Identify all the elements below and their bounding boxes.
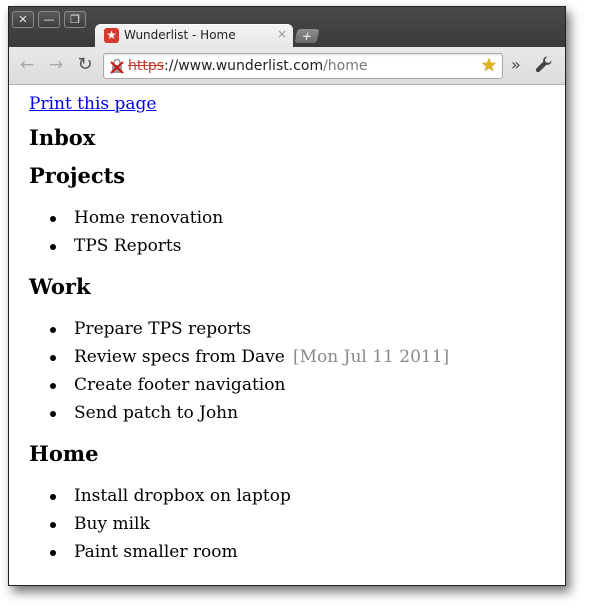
projects-list: Home renovation TPS Reports <box>29 204 223 260</box>
tab-strip: ✕ — ❐ ★ Wunderlist - Home × + <box>9 7 565 49</box>
reload-button[interactable]: ↻ <box>75 55 95 75</box>
page-viewport: Print this page Inbox Projects Home reno… <box>9 85 565 585</box>
tab-close-icon[interactable]: × <box>277 27 287 41</box>
list-item: Home renovation <box>29 204 223 232</box>
task-text: Review specs from Dave <box>74 347 285 367</box>
bullet <box>50 494 56 500</box>
section-title-work: Work <box>29 274 91 299</box>
task-text: Paint smaller room <box>74 542 238 562</box>
bullet <box>50 327 56 333</box>
minimize-icon: — <box>43 13 55 26</box>
home-list: Install dropbox on laptop Buy milk Paint… <box>29 482 291 566</box>
task-text: Home renovation <box>74 208 224 228</box>
browser-toolbar: ← → ↻ https://www.wunderlist.com/home ★ … <box>9 47 565 85</box>
url-text: https://www.wunderlist.com/home <box>128 58 368 74</box>
list-item: TPS Reports <box>29 232 223 260</box>
wrench-icon-svg <box>535 56 552 73</box>
bullet <box>50 411 56 417</box>
list-item: Buy milk <box>29 510 291 538</box>
list-item: Prepare TPS reports <box>29 315 285 343</box>
due-date: [Mon Jul 11 2011] <box>293 347 450 367</box>
forward-button[interactable]: → <box>46 55 66 75</box>
maximize-icon: ❐ <box>70 13 80 26</box>
overflow-chevron-icon[interactable]: » <box>511 55 521 74</box>
bullet <box>50 216 56 222</box>
list-item: Install dropbox on laptop <box>29 482 291 510</box>
url-scheme: https <box>128 58 165 74</box>
tab-title: Wunderlist - Home <box>124 28 236 42</box>
url-separator: :// <box>164 58 179 74</box>
list-item: Paint smaller room <box>29 538 291 566</box>
task-text: Create footer navigation <box>74 375 286 395</box>
task-text: Buy milk <box>74 514 150 534</box>
bullet <box>50 355 56 361</box>
section-title-home: Home <box>29 441 99 466</box>
wrench-menu-icon[interactable] <box>535 55 553 77</box>
list-item: Create footer navigation <box>29 371 285 399</box>
back-button[interactable]: ← <box>17 55 37 75</box>
broken-lock-icon[interactable] <box>110 58 124 74</box>
tab-wunderlist-home[interactable]: ★ Wunderlist - Home × <box>95 24 293 49</box>
work-list: Prepare TPS reports Review specs from Da… <box>29 315 449 427</box>
broken-lock-icon-svg <box>110 58 124 74</box>
task-text: Install dropbox on laptop <box>74 486 291 506</box>
bullet <box>50 383 56 389</box>
new-tab-button[interactable]: + <box>294 29 320 43</box>
bullet <box>50 244 56 250</box>
bullet <box>50 522 56 528</box>
address-bar[interactable]: https://www.wunderlist.com/home ★ <box>103 53 503 79</box>
plus-icon: + <box>300 29 314 43</box>
bullet <box>50 550 56 556</box>
window-maximize-button[interactable]: ❐ <box>64 11 86 28</box>
section-title-inbox: Inbox <box>29 125 96 150</box>
url-host: www.wunderlist.com <box>178 58 324 74</box>
section-title-projects: Projects <box>29 163 126 188</box>
close-icon: ✕ <box>18 13 28 26</box>
window-minimize-button[interactable]: — <box>38 11 60 28</box>
wunderlist-favicon-icon: ★ <box>104 28 119 43</box>
task-text: Send patch to John <box>74 403 239 423</box>
list-item: Send patch to John <box>29 399 285 427</box>
task-text: TPS Reports <box>74 236 182 256</box>
url-path: /home <box>323 58 368 74</box>
bookmark-star-icon[interactable]: ★ <box>481 55 497 76</box>
browser-window: ✕ — ❐ ★ Wunderlist - Home × + ← → ↻ http… <box>8 6 566 586</box>
list-item: Review specs from Dave [Mon Jul 11 2011] <box>29 343 449 371</box>
window-close-button[interactable]: ✕ <box>12 11 34 28</box>
print-page-link[interactable]: Print this page <box>29 94 157 114</box>
task-text: Prepare TPS reports <box>74 319 252 339</box>
